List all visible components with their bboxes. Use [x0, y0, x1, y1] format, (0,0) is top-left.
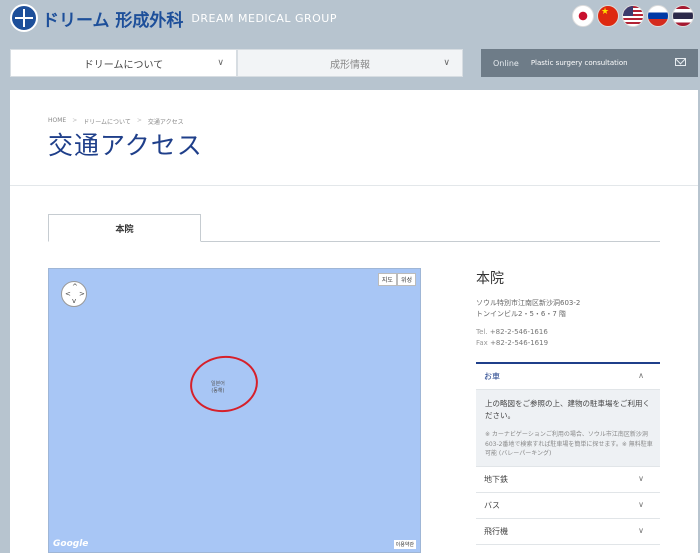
online-sub-label: Plastic surgery consultation: [530, 59, 628, 67]
clinic-info: 本院 ソウル特別市江南区新沙洞603-2 トンインビル2・5・6・7 階 Tel…: [476, 268, 660, 349]
map-place-label-line1: 일본어: [211, 381, 225, 387]
tel-number[interactable]: +82-2-546-1616: [490, 328, 548, 336]
main-nav: ドリームについて ∨ 成形情報 ∨ Online Plastic surgery…: [10, 49, 698, 77]
pan-right-icon: >: [79, 290, 85, 298]
page-header: HOME > ドリームについて > 交通アクセス 交通アクセス: [10, 90, 698, 186]
chevron-down-icon: ∨: [217, 58, 224, 68]
chevron-down-icon: ∨: [638, 499, 644, 509]
tel-row: Tel. +82-2-546-1616: [476, 327, 660, 338]
chevron-down-icon: ∨: [638, 525, 644, 535]
accordion-subway-label: 地下鉄: [484, 474, 508, 484]
map-pan-control[interactable]: ^ < > v: [61, 281, 87, 307]
korea-flag-icon[interactable]: [572, 5, 594, 27]
breadcrumb-separator-icon: >: [72, 117, 78, 124]
address-line1: ソウル特別市江南区新沙洞603-2: [476, 299, 581, 307]
clinic-name: 本院: [476, 271, 504, 287]
chevron-up-icon: ∧: [638, 371, 644, 380]
tab-main-clinic[interactable]: 本院: [48, 214, 201, 242]
pan-left-icon: <: [65, 290, 71, 298]
pan-up-icon: ^: [72, 283, 78, 291]
nav-surgery-info[interactable]: 成形情報 ∨: [237, 49, 463, 77]
tel-label: Tel.: [476, 328, 488, 336]
map-place-label-line2: (동해): [211, 387, 225, 394]
accordion-car-panel: 上の略図をご参照の上、建物の駐車場をご利用ください。 ※ カーナビゲーションご利…: [476, 390, 660, 467]
accordion-car-label: お車: [484, 372, 500, 381]
breadcrumb-home[interactable]: HOME: [48, 117, 66, 126]
fax-label: Fax: [476, 338, 488, 347]
pan-down-icon: v: [72, 297, 77, 305]
content-page: HOME > ドリームについて > 交通アクセス 交通アクセス 本院 지도 위성…: [10, 90, 698, 553]
accordion-airplane-header[interactable]: 飛行機 ∨: [476, 519, 660, 545]
china-flag-icon[interactable]: [597, 5, 619, 27]
access-accordion: お車 ∧ 上の略図をご参照の上、建物の駐車場をご利用ください。 ※ カーナビゲー…: [476, 362, 660, 545]
accordion-bus-label: バス: [484, 500, 500, 510]
clinic-address: ソウル特別市江南区新沙洞603-2 トンインビル2・5・6・7 階: [476, 298, 660, 319]
online-consultation-button[interactable]: Online Plastic surgery consultation: [481, 49, 698, 77]
clinic-contact: Tel. +82-2-546-1616 Fax +82-2-546-1619: [476, 327, 660, 349]
page-title: 交通アクセス: [48, 131, 203, 160]
car-directions-text: 上の略図をご参照の上、建物の駐車場をご利用ください。: [485, 399, 650, 420]
chevron-down-icon: ∨: [443, 58, 450, 68]
car-directions-note: ※ カーナビゲーションご利用の場合、ソウル市江南区新沙洞603-2番地で検索すれ…: [485, 431, 653, 458]
online-label: Online: [493, 58, 519, 68]
top-bar: ドリーム 形成外科 DREAM MEDICAL GROUP: [0, 0, 700, 36]
tab-bar: 本院: [48, 214, 660, 242]
mail-icon: [675, 58, 686, 66]
russia-flag-icon[interactable]: [647, 5, 669, 27]
breadcrumb-current: 交通アクセス: [147, 119, 184, 126]
logo-japanese-text: ドリーム 形成外科: [42, 10, 184, 31]
chevron-down-icon: ∨: [638, 473, 644, 483]
thailand-flag-icon[interactable]: [672, 5, 694, 27]
usa-flag-icon[interactable]: [622, 5, 644, 27]
accordion-bus-header[interactable]: バス ∨: [476, 493, 660, 519]
fax-row: Fax +82-2-546-1619: [476, 338, 660, 349]
accordion-airplane-label: 飛行機: [484, 526, 508, 536]
logo-cross-icon: [10, 4, 38, 32]
map-place-label: 일본어 (동해): [211, 381, 225, 394]
google-logo: Google: [53, 539, 89, 549]
address-line2: トンインビル2・5・6・7 階: [476, 309, 567, 318]
nav-about-dream[interactable]: ドリームについて ∨: [10, 49, 237, 77]
fax-number: +82-2-546-1619: [490, 338, 549, 347]
nav-about-label: ドリームについて: [83, 59, 164, 71]
breadcrumb: HOME > ドリームについて > 交通アクセス: [48, 117, 184, 126]
map-terms-link[interactable]: 이용약관: [393, 540, 416, 549]
breadcrumb-about[interactable]: ドリームについて: [83, 117, 131, 126]
map-type-map-button[interactable]: 지도: [377, 273, 397, 286]
nav-info-label: 成形情報: [330, 59, 370, 71]
map-type-satellite-button[interactable]: 위성: [396, 273, 416, 286]
language-selector: [572, 5, 694, 27]
accordion-car-header[interactable]: お車 ∧: [476, 364, 660, 390]
map-view[interactable]: 지도 위성 ^ < > v 일본어 (동해) Google 이용약관: [48, 268, 421, 553]
map-type-toggle: 지도 위성: [377, 273, 416, 286]
logo[interactable]: ドリーム 形成外科 DREAM MEDICAL GROUP: [10, 4, 337, 32]
logo-english-text: DREAM MEDICAL GROUP: [191, 11, 337, 25]
breadcrumb-separator-icon: >: [136, 117, 142, 124]
accordion-subway-header[interactable]: 地下鉄 ∨: [476, 467, 660, 493]
